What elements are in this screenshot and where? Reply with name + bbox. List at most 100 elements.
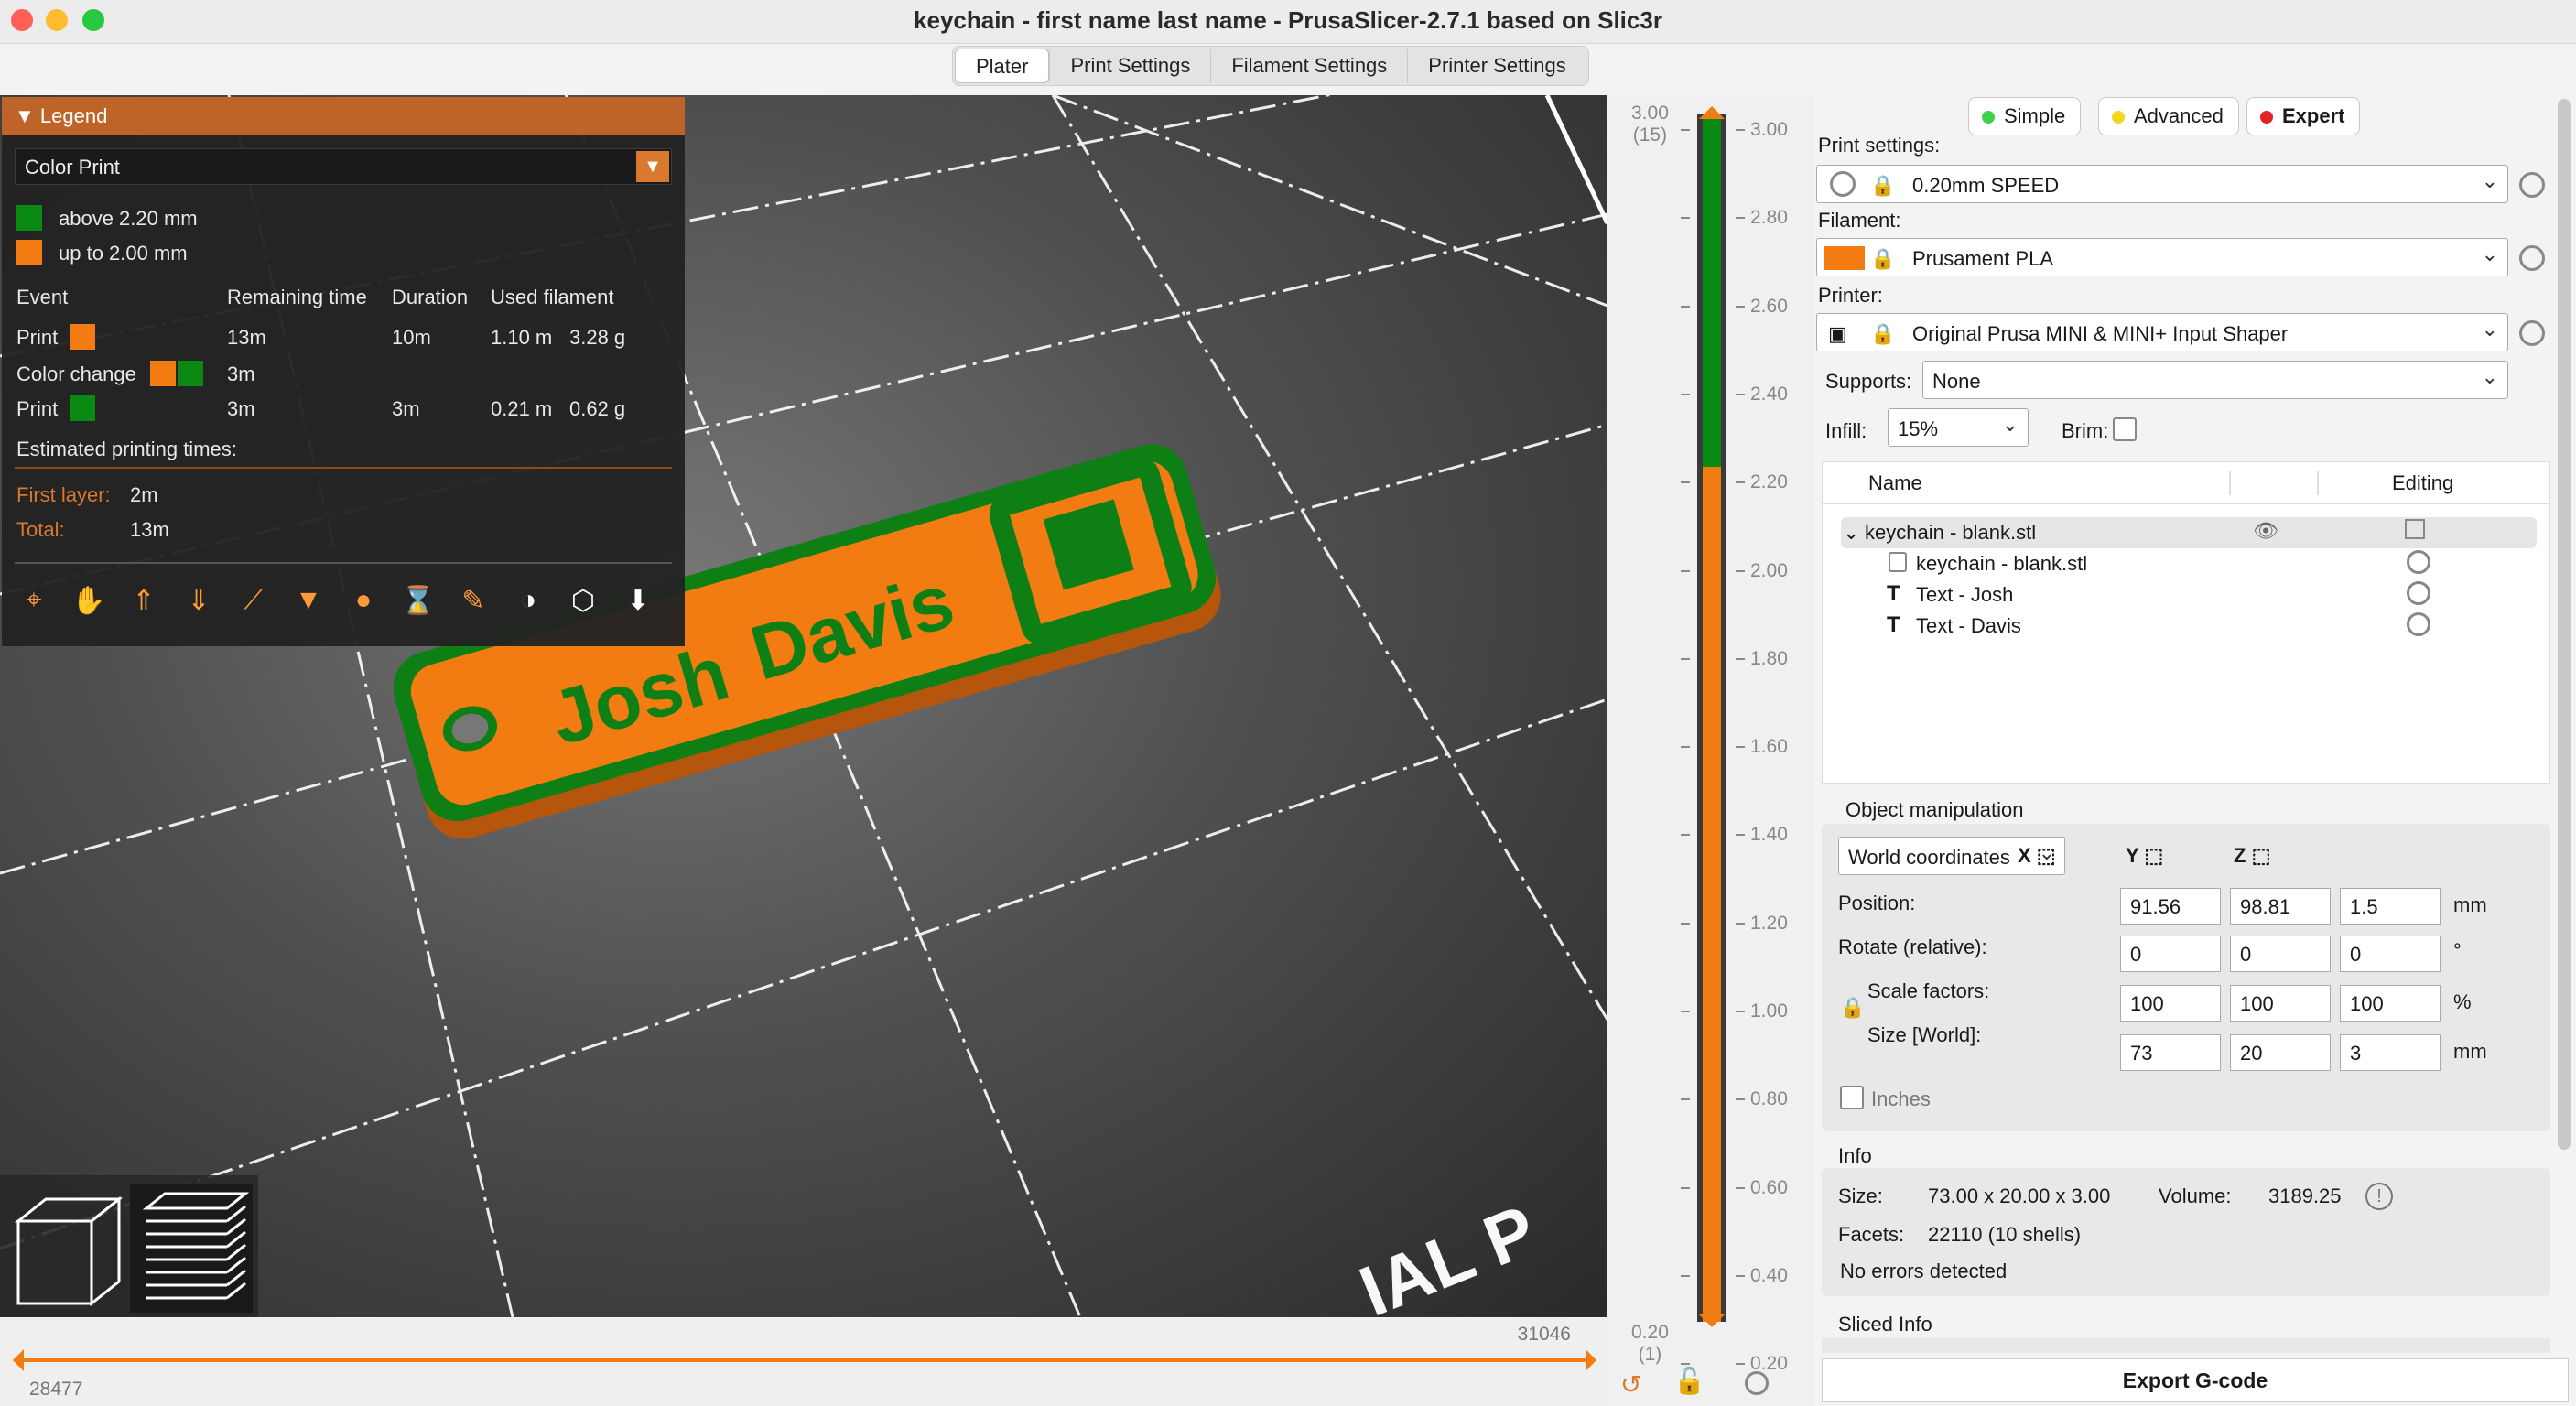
shells-icon[interactable]: ⬡ <box>564 580 602 621</box>
slider-min-value: 28477 <box>29 1379 83 1400</box>
color-changes-icon[interactable]: ● <box>344 580 383 621</box>
tick-mark <box>1736 1186 1745 1189</box>
scale-z-input[interactable]: 100 <box>2340 985 2441 1022</box>
tool-marker-icon[interactable]: ⬇ <box>619 580 657 621</box>
part-row[interactable]: T Text - Davis <box>1841 611 2537 642</box>
pause-prints-icon[interactable]: ⌛ <box>399 580 438 621</box>
unlock-icon[interactable]: 🔓 <box>1673 1366 1705 1396</box>
info-icon[interactable]: ! <box>2365 1183 2393 1210</box>
mode-advanced-button[interactable]: Advanced <box>2098 97 2239 135</box>
travel-icon[interactable]: ⌖ <box>15 580 53 621</box>
supports-select[interactable]: None ⌄ <box>1922 361 2508 399</box>
remaining-time: 3m <box>227 362 255 385</box>
event-swatch <box>150 361 176 386</box>
chevron-down-icon[interactable]: ⌄ <box>1843 521 1859 545</box>
filament-select[interactable]: 🔒 Prusament PLA ⌄ <box>1816 238 2508 276</box>
horizontal-move-slider: 31046 28477 <box>0 1318 1607 1406</box>
view-type-select[interactable]: Color Print ▼ <box>15 148 672 185</box>
tick-label: 0.60 <box>1750 1176 1788 1198</box>
position-x-input[interactable]: 91.56 <box>2120 888 2221 925</box>
print-settings-select[interactable]: 🔒 0.20mm SPEED ⌄ <box>1816 165 2508 203</box>
position-z-input[interactable]: 1.5 <box>2340 888 2441 925</box>
lower-thumb-icon[interactable] <box>1699 1314 1725 1327</box>
brim-checkbox[interactable] <box>2113 417 2137 441</box>
infill-select[interactable]: 15% ⌄ <box>1888 408 2029 447</box>
legend-header[interactable]: ▼ Legend <box>2 97 685 135</box>
name-column[interactable]: Name <box>1868 471 1922 495</box>
rotate-y-input[interactable]: 0 <box>2230 936 2331 972</box>
info-title: Info <box>1838 1144 1872 1167</box>
size-z-input[interactable]: 3 <box>2340 1034 2441 1071</box>
facets-label: Facets: <box>1838 1223 1905 1246</box>
retractions-icon[interactable]: ⇑ <box>124 580 163 621</box>
3d-viewport[interactable]: IAL P Josh Davis ▼ Legend Color Print ▼ … <box>0 95 1607 1317</box>
tab-filament-settings[interactable]: Filament Settings <box>1210 49 1407 83</box>
layer-thumbs[interactable] <box>1694 104 1730 1331</box>
part-row[interactable]: keychain - blank.stl <box>1841 548 2537 579</box>
gear-icon[interactable] <box>2519 245 2545 271</box>
printer-icon: ▣ <box>1828 322 1847 345</box>
tick-mark <box>1736 129 1745 131</box>
view-type-value: Color Print <box>25 156 120 178</box>
gear-icon[interactable] <box>2519 320 2545 346</box>
gear-icon[interactable] <box>2519 172 2545 198</box>
position-y-input[interactable]: 98.81 <box>2230 888 2331 925</box>
tab-print-settings[interactable]: Print Settings <box>1049 49 1210 83</box>
inches-checkbox[interactable] <box>1840 1086 1864 1109</box>
horizontal-slider-track[interactable] <box>0 1342 1607 1379</box>
tick-label: 2.40 <box>1750 383 1788 405</box>
tool-changes-icon[interactable]: ▼ <box>289 580 328 621</box>
event-swatch <box>70 324 95 350</box>
gear-icon[interactable] <box>2407 550 2430 574</box>
slider-upper-thumb[interactable] <box>1586 1349 1596 1371</box>
tick-mark <box>1681 1098 1690 1101</box>
eye-icon[interactable]: 👁 <box>2253 519 2278 543</box>
size-x-input[interactable]: 73 <box>2120 1034 2221 1071</box>
sidebar-scrollbar[interactable] <box>2558 99 2571 1150</box>
size-unit: mm <box>2453 1040 2487 1063</box>
upper-thumb-icon[interactable] <box>1699 106 1725 119</box>
lock-icon[interactable]: 🔒 <box>1840 996 1865 1020</box>
slider-lower-thumb[interactable] <box>13 1349 24 1371</box>
export-gcode-button[interactable]: Export G-code <box>1822 1358 2569 1402</box>
rotate-x-input[interactable]: 0 <box>2120 936 2221 972</box>
gear-icon[interactable] <box>2407 612 2430 636</box>
object-row[interactable]: ⌄ keychain - blank.stl 👁 <box>1841 517 2537 548</box>
chevron-down-icon: ⌄ <box>2001 413 2019 436</box>
center-of-gravity-icon[interactable]: ◑ <box>509 580 547 621</box>
tab-printer-settings[interactable]: Printer Settings <box>1407 49 1586 83</box>
tick-mark <box>1681 657 1690 660</box>
tick-mark <box>1681 1274 1690 1277</box>
3d-view-icon[interactable] <box>14 1195 124 1307</box>
undo-arrow-icon[interactable]: ↺ <box>1620 1369 1641 1400</box>
tick-mark <box>1736 393 1745 395</box>
mode-expert-button[interactable]: Expert <box>2246 97 2361 135</box>
printer-select[interactable]: ▣ 🔒 Original Prusa MINI & MINI+ Input Sh… <box>1816 313 2508 352</box>
custom-gcodes-icon[interactable]: ✎ <box>454 580 492 621</box>
tab-plater[interactable]: Plater <box>955 49 1050 83</box>
axis-x-label: X ⬚ <box>2018 844 2056 867</box>
scale-y-input[interactable]: 100 <box>2230 985 2331 1022</box>
part-row[interactable]: T Text - Josh <box>1841 579 2537 611</box>
editing-column[interactable]: Editing <box>2392 471 2453 495</box>
rotate-z-input[interactable]: 0 <box>2340 936 2441 972</box>
supports-value: None <box>1932 370 1981 393</box>
scale-x-input[interactable]: 100 <box>2120 985 2221 1022</box>
tick-label: 2.60 <box>1750 295 1788 317</box>
supports-label: Supports: <box>1825 370 1912 393</box>
tick-mark <box>1736 1274 1745 1277</box>
deretractions-icon[interactable]: ⇓ <box>179 580 218 621</box>
wipe-icon[interactable]: ✋ <box>70 580 108 621</box>
part-icon <box>1889 552 1907 572</box>
scale-unit: % <box>2453 990 2472 1013</box>
size-y-input[interactable]: 20 <box>2230 1034 2331 1071</box>
chevron-down-icon[interactable]: ▼ <box>636 151 669 182</box>
gear-icon[interactable] <box>2407 581 2430 605</box>
mode-simple-button[interactable]: Simple <box>1968 97 2082 135</box>
lower-layer-height: 0.20 <box>1631 1322 1669 1343</box>
seams-icon[interactable]: ⟋ <box>234 580 273 621</box>
chevron-down-icon: ⌄ <box>2481 169 2498 192</box>
vertical-layer-slider: 3.00 (15) 0.20 (1) 3.00 2.80 2.60 2.40 2.20 2… <box>1607 95 1814 1406</box>
gear-icon[interactable] <box>1745 1371 1769 1395</box>
object-settings-icon[interactable] <box>2405 519 2425 539</box>
